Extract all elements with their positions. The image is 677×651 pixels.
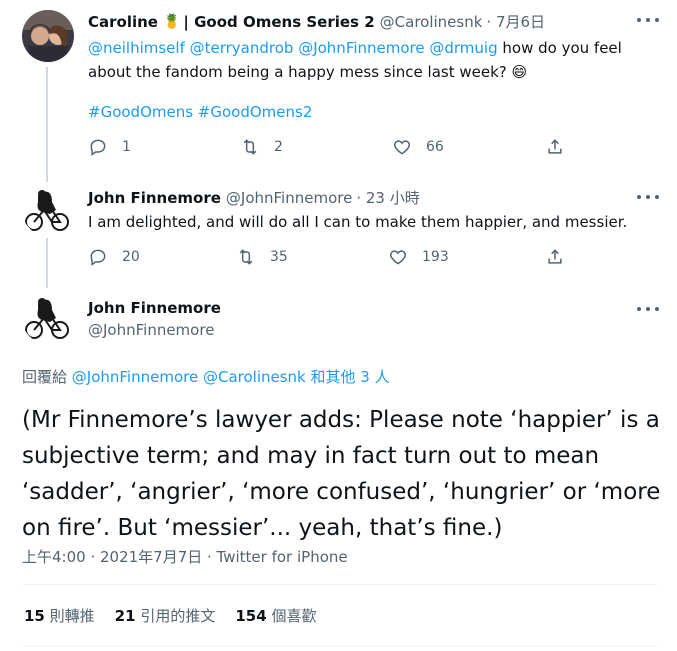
reply-icon xyxy=(90,249,106,266)
tweet1-time[interactable]: · 7月6日 xyxy=(486,11,545,32)
tweet1-retweet-count: 2 xyxy=(274,139,283,155)
main-text-line: subjective term; and may in fact turn ou… xyxy=(22,443,600,469)
main-timestamp[interactable]: 上午4:00 · 2021年7月7日 · Twitter for iPhone xyxy=(22,546,348,567)
avatar-cyclist[interactable] xyxy=(22,184,74,236)
tweet1-header: Caroline 🍍 | Good Omens Series 2 @Caroli… xyxy=(88,11,545,32)
tweet2-header: John Finnemore @JohnFinnemore · 23 小時 xyxy=(88,187,420,208)
stat-likes-label: 個喜歡 xyxy=(271,607,317,625)
tweet2-retweet-count: 35 xyxy=(270,249,288,265)
tweet1-like-button[interactable]: 66 xyxy=(392,137,444,157)
reply-prefix: 回覆給 xyxy=(22,368,72,386)
tweet1-text: @neilhimself @terryandrob @JohnFinnemore… xyxy=(88,36,648,84)
like-icon xyxy=(393,140,411,155)
tweet2-more-icon[interactable] xyxy=(637,192,659,202)
main-text-line: on fire’. But ‘messier’... yeah, that’s … xyxy=(22,515,503,541)
tweet2-handle[interactable]: @JohnFinnemore xyxy=(226,189,352,207)
divider-top xyxy=(22,584,658,585)
main-text-line: ‘sadder’, ‘angrier’, ‘more confused’, ‘h… xyxy=(22,479,661,505)
main-tweet-text: (Mr Finnemore’s lawyer adds: Please note… xyxy=(22,402,660,546)
tweet1-like-count: 66 xyxy=(426,139,444,155)
stat-retweets-count: 15 xyxy=(24,607,45,625)
stat-quotes[interactable]: 21 引用的推文 xyxy=(115,605,216,626)
tweet2-reply-count: 20 xyxy=(122,249,140,265)
engagement-stats: 15 則轉推 21 引用的推文 154 個喜歡 xyxy=(24,605,316,626)
tweet1-retweet-button[interactable]: 2 xyxy=(240,137,283,157)
main-more-icon[interactable] xyxy=(637,304,659,314)
pineapple-badge: 🍍 xyxy=(162,13,181,30)
tweet2-retweet-button[interactable]: 35 xyxy=(236,247,288,267)
avatar-cyclist[interactable] xyxy=(22,292,74,344)
reply-icon xyxy=(90,139,106,156)
tweet1-more-icon[interactable] xyxy=(637,15,659,25)
reply-context: 回覆給 @JohnFinnemore @Carolinesnk 和其他 3 人 xyxy=(22,366,390,387)
main-handle[interactable]: @JohnFinnemore xyxy=(88,321,214,339)
tweet2-time[interactable]: · 23 小時 xyxy=(356,187,419,208)
reply-mentions[interactable]: @JohnFinnemore @Carolinesnk xyxy=(72,368,306,386)
divider-bottom xyxy=(22,646,658,647)
tweet1-text-part2: about the fandom being a happy mess sinc… xyxy=(88,63,507,81)
tweet1-share-button[interactable] xyxy=(545,137,565,157)
tweet2-reply-button[interactable]: 20 xyxy=(88,247,140,267)
tweet1-reply-button[interactable]: 1 xyxy=(88,137,131,157)
share-icon xyxy=(548,139,562,154)
tweet2-like-button[interactable]: 193 xyxy=(388,247,449,267)
tweet1-author-name[interactable]: Caroline xyxy=(88,13,158,31)
main-text-line: (Mr Finnemore’s lawyer adds: Please note… xyxy=(22,407,660,433)
stat-retweets-label: 則轉推 xyxy=(49,607,95,625)
tweet1-reply-count: 1 xyxy=(122,139,131,155)
grin-emoji: 😄 xyxy=(511,63,528,81)
tweet1-handle[interactable]: @Carolinesnk xyxy=(380,13,483,31)
retweet-icon xyxy=(243,139,257,155)
thread-line-1 xyxy=(46,67,48,182)
stat-quotes-count: 21 xyxy=(114,607,136,625)
stat-likes[interactable]: 154 個喜歡 xyxy=(235,605,316,626)
stat-quotes-label: 引用的推文 xyxy=(140,607,216,625)
avatar-caroline[interactable] xyxy=(22,10,74,62)
like-icon xyxy=(389,250,407,265)
main-author-name[interactable]: John Finnemore xyxy=(88,299,221,317)
thread-line-2 xyxy=(46,238,48,288)
share-icon xyxy=(548,249,562,264)
retweet-icon xyxy=(239,249,253,265)
tweet2-like-count: 193 xyxy=(422,249,449,265)
tweet1-mentions[interactable]: @neilhimself @terryandrob @JohnFinnemore… xyxy=(88,39,498,57)
reply-others[interactable]: 和其他 3 人 xyxy=(306,368,390,386)
stat-likes-count: 154 xyxy=(235,607,267,625)
tweet1-text-part1: how do you feel xyxy=(497,39,622,57)
tweet2-author-name[interactable]: John Finnemore xyxy=(88,189,221,207)
tweet2-share-button[interactable] xyxy=(545,247,565,267)
tweet1-author-name-suffix[interactable]: | Good Omens Series 2 xyxy=(183,13,374,31)
tweet1-hashtags[interactable]: #GoodOmens #GoodOmens2 xyxy=(88,101,312,123)
stat-retweets[interactable]: 15 則轉推 xyxy=(24,605,95,626)
tweet2-text: I am delighted, and will do all I can to… xyxy=(88,213,628,231)
